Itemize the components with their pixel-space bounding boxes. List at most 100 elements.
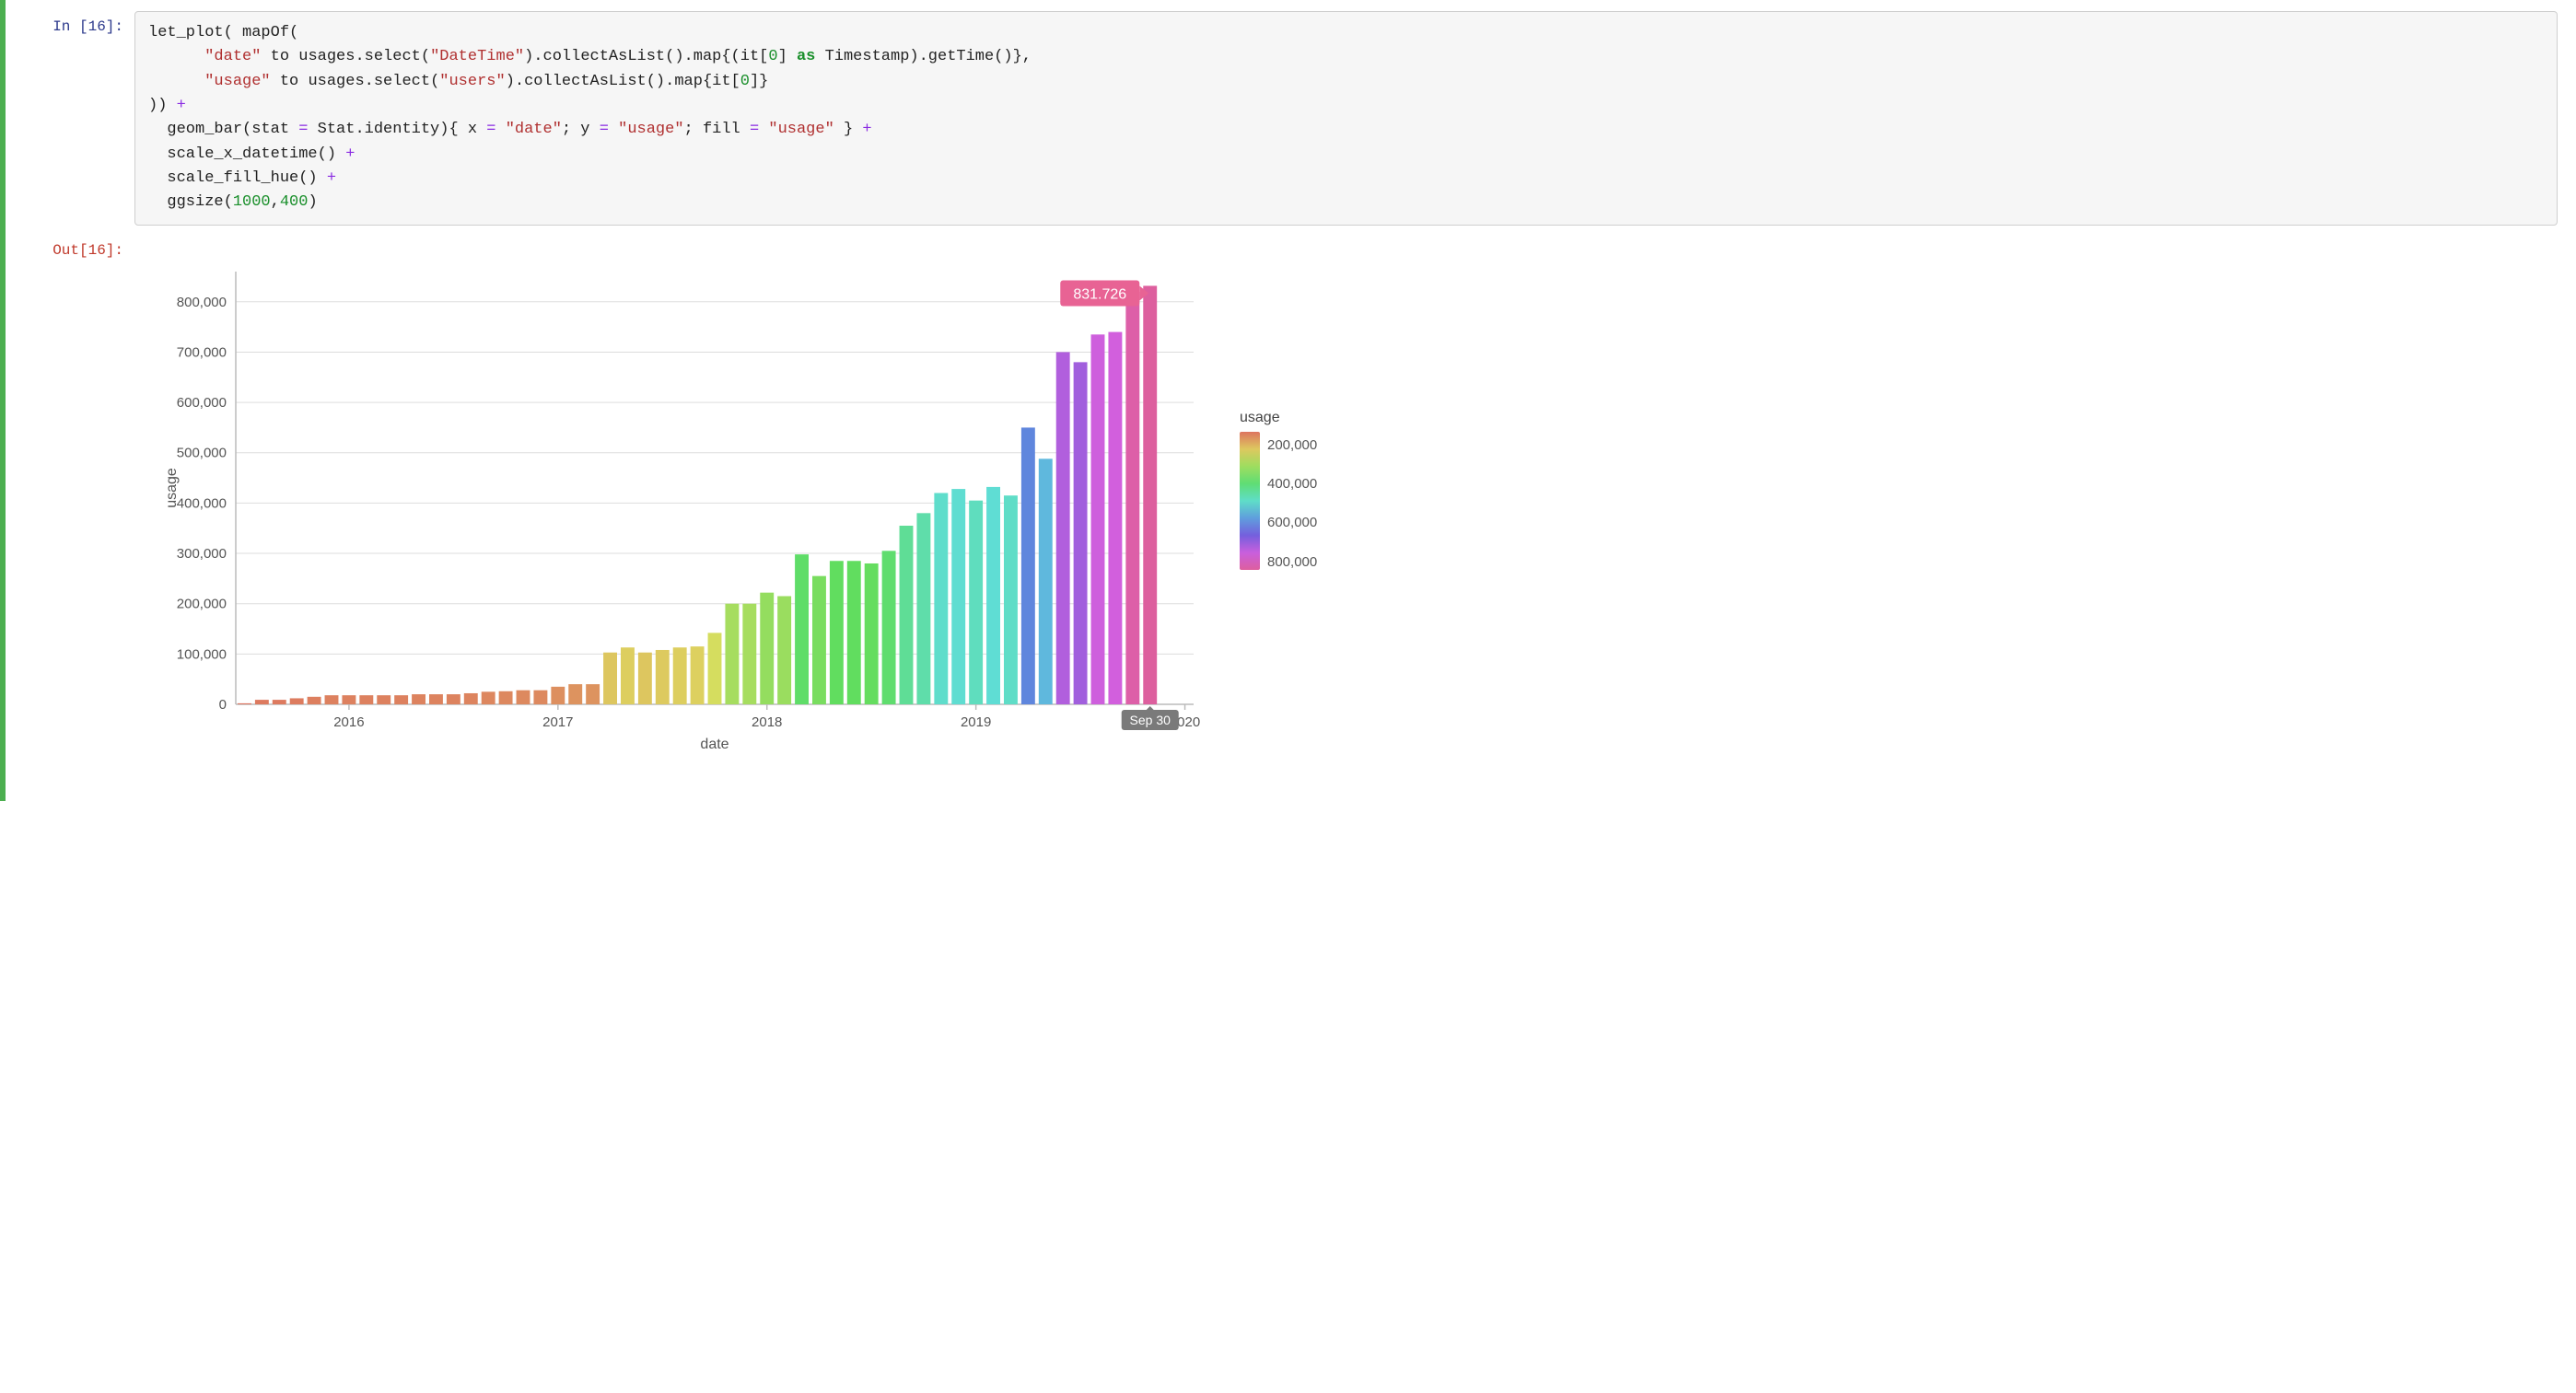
y-tick-label: 300,000 (177, 546, 227, 562)
x-axis-label: date (700, 737, 729, 752)
bar[interactable] (951, 489, 965, 704)
legend: usage 200,000400,000600,000800,000 (1240, 262, 1317, 764)
code-input[interactable]: let_plot( mapOf( "date" to usages.select… (134, 11, 2558, 226)
bar[interactable] (1125, 292, 1139, 704)
bar[interactable] (273, 700, 286, 704)
y-tick-label: 600,000 (177, 395, 227, 411)
code-token: "usage" (204, 73, 270, 90)
code-token: to usages.select( (271, 73, 440, 90)
y-tick-label: 400,000 (177, 495, 227, 511)
code-token: = (486, 121, 495, 138)
code-token: "DateTime" (430, 48, 524, 65)
bar[interactable] (708, 633, 722, 704)
code-token: + (177, 97, 186, 114)
bar[interactable] (934, 493, 948, 704)
bar[interactable] (865, 563, 879, 704)
bar[interactable] (725, 603, 739, 703)
code-token: } (834, 121, 863, 138)
legend-title: usage (1240, 410, 1317, 426)
bar[interactable] (308, 697, 321, 704)
bar[interactable] (255, 700, 269, 704)
bar[interactable] (499, 691, 513, 704)
code-token: Stat.identity){ x (308, 121, 486, 138)
bar[interactable] (777, 596, 791, 704)
code-token (759, 121, 768, 138)
bar[interactable] (742, 603, 756, 703)
bar[interactable] (656, 650, 670, 704)
y-tick-label: 800,000 (177, 295, 227, 310)
y-tick-label: 500,000 (177, 445, 227, 460)
bar[interactable] (812, 575, 826, 703)
bar[interactable] (673, 647, 687, 704)
bar[interactable] (1091, 334, 1105, 704)
bar[interactable] (882, 551, 896, 704)
bar[interactable] (517, 690, 530, 703)
bar[interactable] (464, 693, 478, 704)
code-token: ; fill (684, 121, 750, 138)
legend-tick: 400,000 (1267, 476, 1317, 492)
code-token (495, 121, 505, 138)
bar[interactable] (429, 694, 443, 704)
y-tick-label: 200,000 (177, 596, 227, 611)
bar[interactable] (290, 698, 304, 704)
bar[interactable] (1143, 285, 1157, 704)
output-cell: Out[16]: 0100,000200,000300,000400,00050… (24, 235, 2558, 764)
code-token (148, 73, 204, 90)
code-token: ggsize( (148, 193, 233, 211)
bar-chart[interactable]: 0100,000200,000300,000400,000500,000600,… (153, 262, 1212, 760)
bar[interactable] (1056, 352, 1070, 704)
code-token: 1000 (233, 193, 271, 211)
bar[interactable] (325, 695, 339, 704)
y-tick-label: 100,000 (177, 646, 227, 662)
code-token: "usage" (768, 121, 833, 138)
bar[interactable] (551, 687, 565, 704)
bar[interactable] (621, 647, 635, 704)
code-token (609, 121, 618, 138)
bar[interactable] (691, 646, 705, 704)
code-token: = (298, 121, 308, 138)
bar[interactable] (1039, 459, 1053, 704)
bar[interactable] (568, 684, 582, 704)
bar[interactable] (533, 690, 547, 703)
bar[interactable] (359, 695, 373, 704)
bar[interactable] (586, 684, 600, 704)
bar[interactable] (830, 561, 844, 704)
plot-output: 0100,000200,000300,000400,000500,000600,… (134, 235, 2558, 764)
bar[interactable] (638, 652, 652, 703)
bar[interactable] (447, 694, 460, 704)
bar[interactable] (482, 691, 495, 704)
code-token: to usages.select( (261, 48, 430, 65)
x-tip-label: Sep 30 (1130, 713, 1171, 727)
code-token: , (271, 193, 280, 211)
bar[interactable] (969, 500, 983, 703)
bar[interactable] (342, 695, 356, 704)
code-token: ]} (750, 73, 768, 90)
bar[interactable] (847, 561, 861, 704)
in-prompt: In [16]: (24, 11, 134, 35)
bar[interactable] (795, 554, 809, 704)
bar[interactable] (986, 487, 1000, 704)
bar[interactable] (1004, 495, 1018, 704)
bar[interactable] (238, 703, 251, 704)
x-tick-label: 2016 (333, 714, 364, 730)
bar[interactable] (603, 652, 617, 703)
code-token: = (750, 121, 759, 138)
bar[interactable] (412, 694, 425, 704)
out-prompt: Out[16]: (24, 235, 134, 259)
bar[interactable] (900, 526, 914, 704)
bar[interactable] (394, 695, 408, 704)
bar[interactable] (1108, 331, 1122, 703)
bar[interactable] (1021, 427, 1035, 704)
code-token: scale_fill_hue() (148, 169, 327, 187)
code-token: + (327, 169, 336, 187)
code-token: 400 (280, 193, 309, 211)
code-token: Timestamp).getTime()}, (815, 48, 1032, 65)
bar[interactable] (760, 592, 774, 703)
bar[interactable] (1074, 362, 1088, 704)
legend-tick: 600,000 (1267, 515, 1317, 530)
bar[interactable] (377, 695, 390, 704)
x-tick-label: 2018 (752, 714, 782, 730)
code-token: "users" (439, 73, 505, 90)
code-token: )) (148, 97, 177, 114)
bar[interactable] (916, 513, 930, 704)
